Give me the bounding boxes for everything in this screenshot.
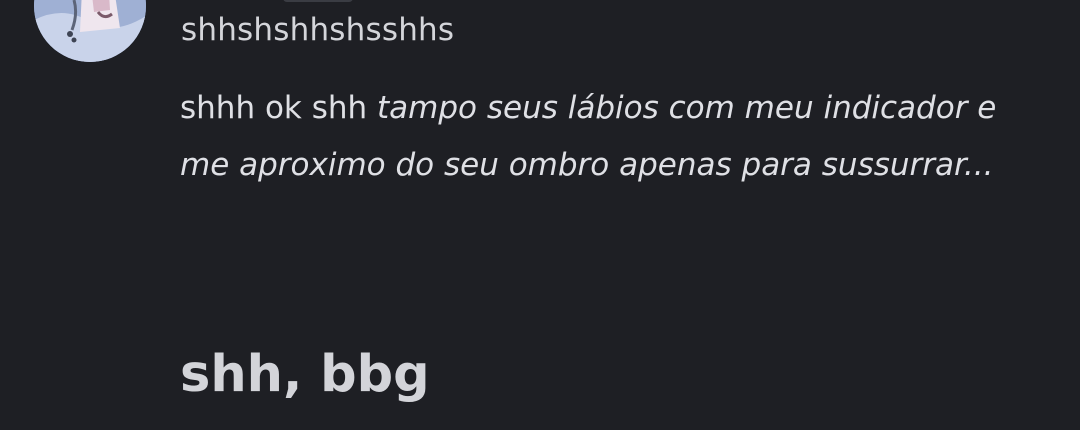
message-text-plain: shhh ok shh [180, 90, 378, 126]
chat-message: shhshshhshsshhs shhh ok shh tampo seus l… [0, 0, 1080, 430]
message-divider-pill [283, 0, 353, 2]
message-body: shhh ok shh tampo seus lábios com meu in… [180, 80, 1020, 194]
message-heading: shh, bbg [180, 345, 430, 404]
user-avatar[interactable] [34, 0, 146, 62]
avatar-image-icon [34, 0, 146, 62]
message-author[interactable]: shhshshhshsshhs [181, 12, 454, 48]
